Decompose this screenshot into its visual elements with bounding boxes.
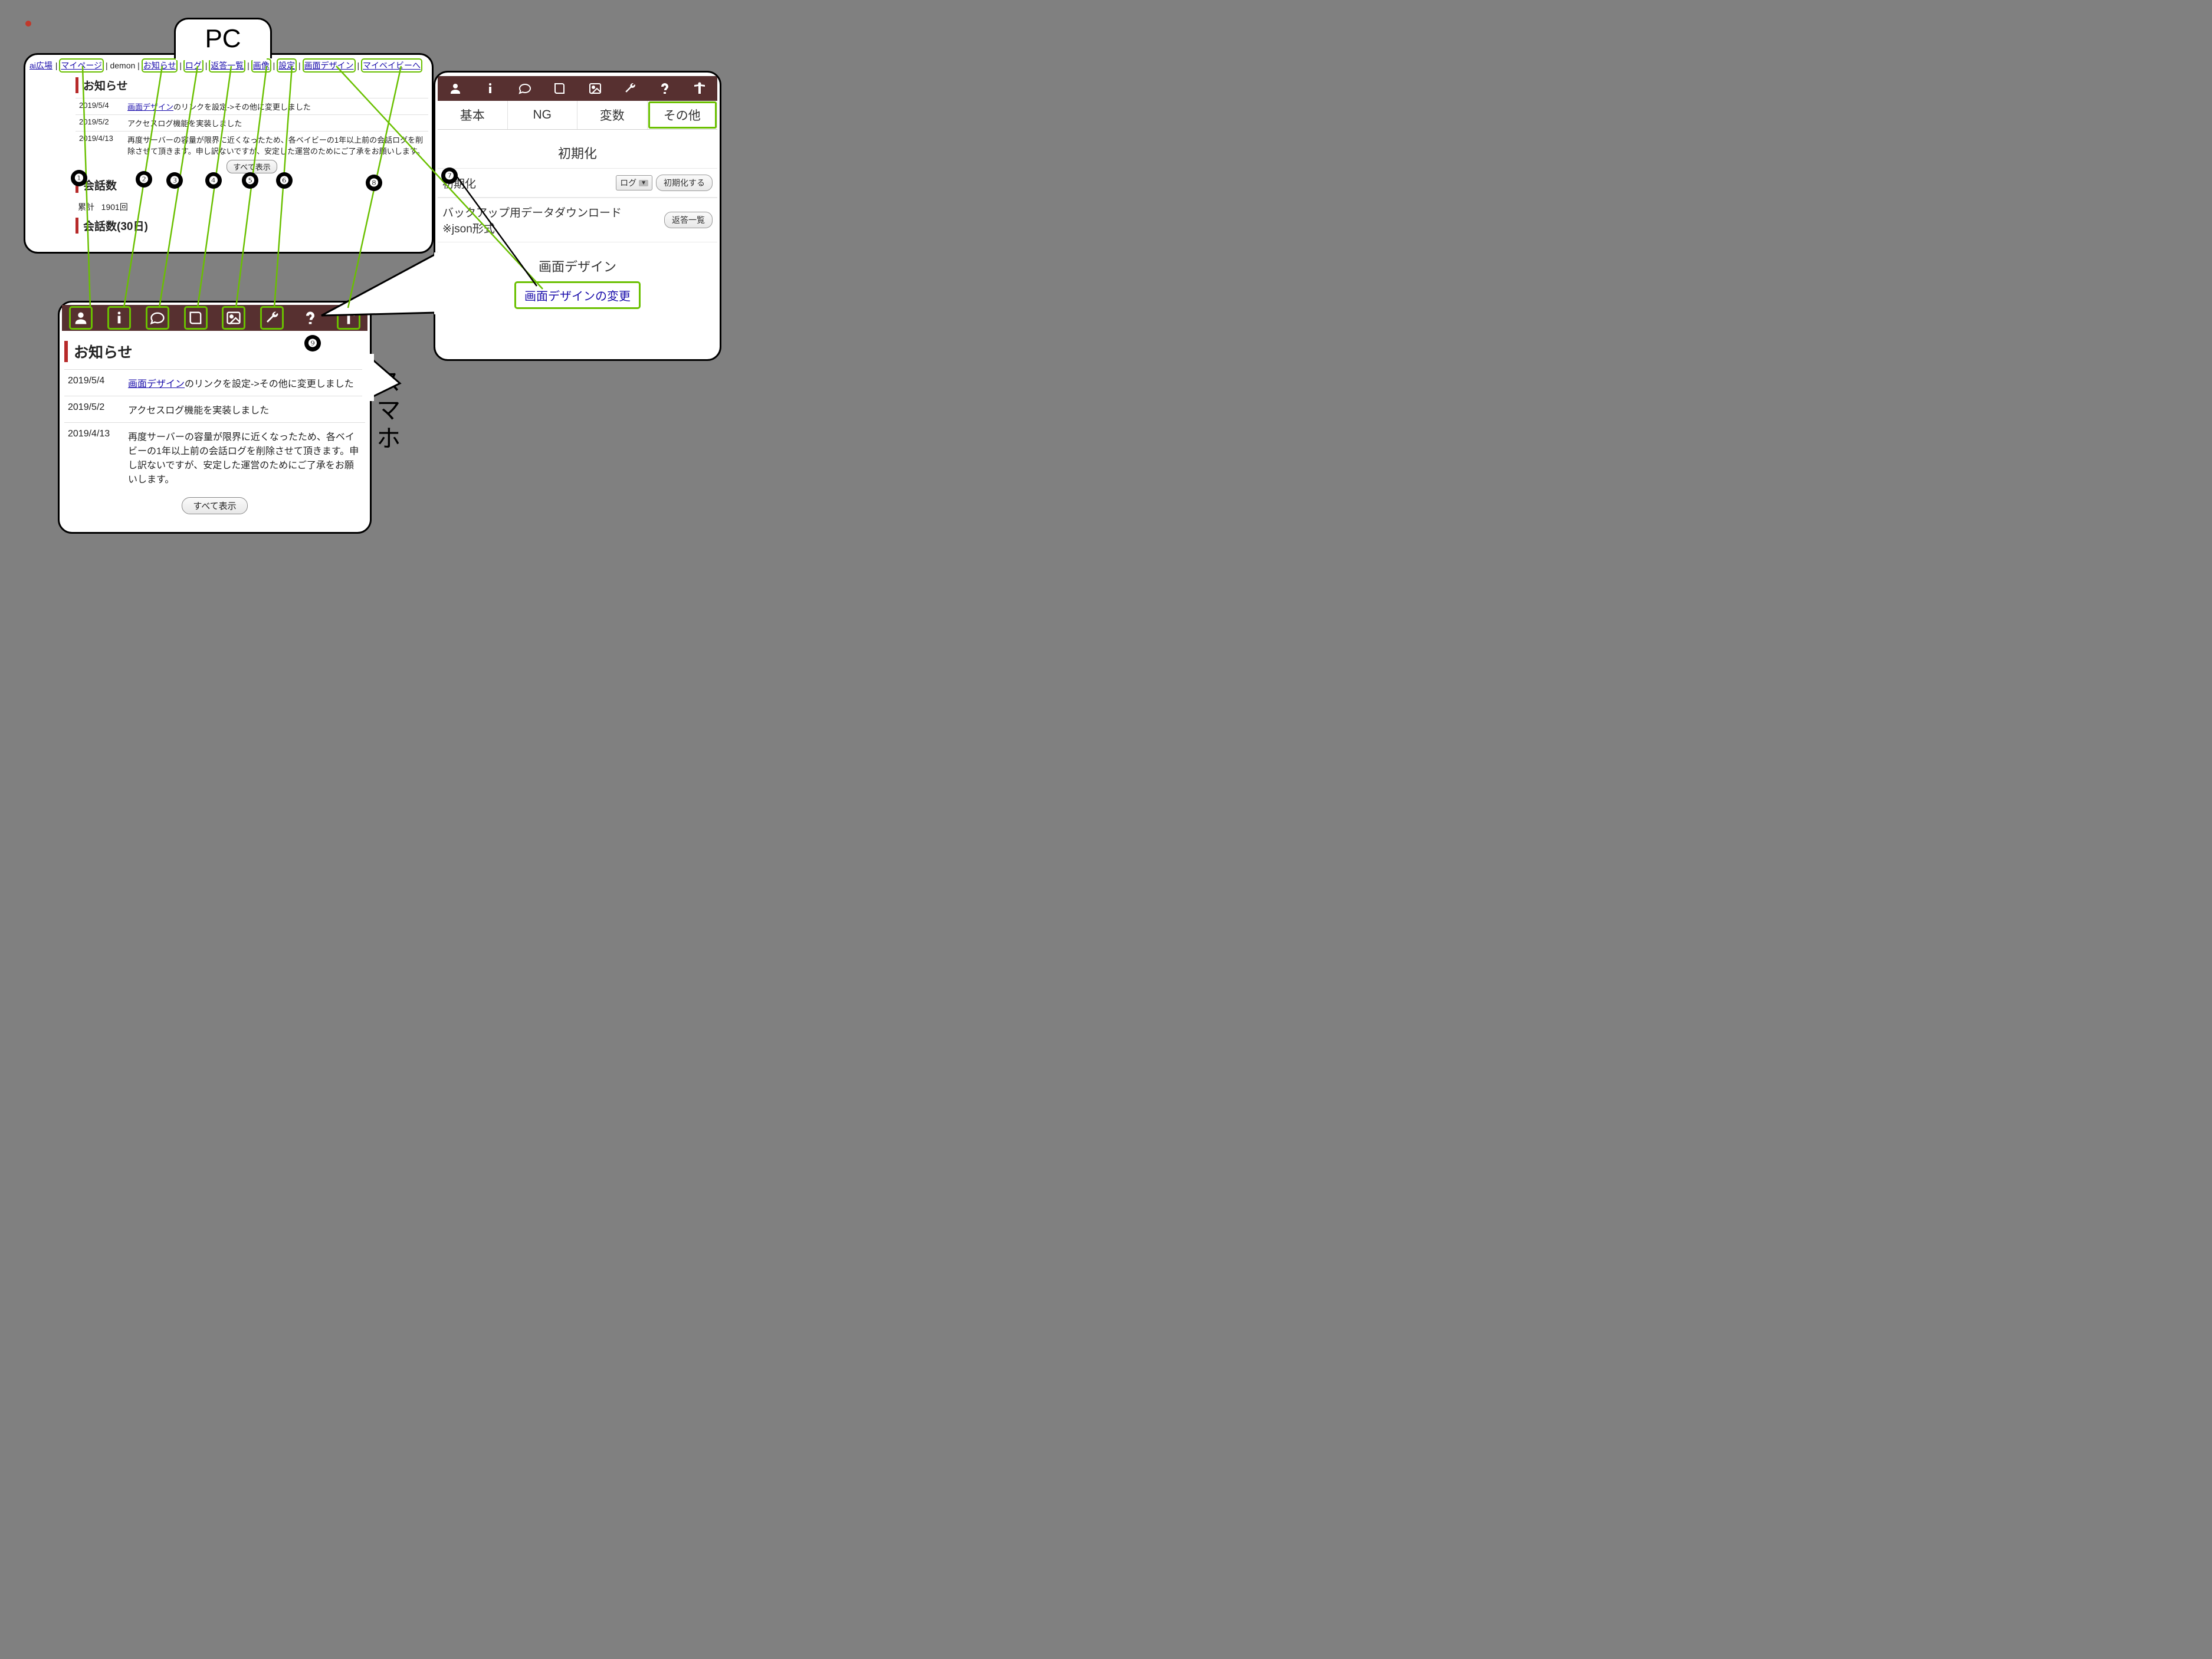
sp-show-all-button[interactable]: すべて表示 [182,497,248,514]
backup-label-2: ※json形式 [442,220,664,236]
nav-user: demon [110,61,135,70]
icon-help[interactable] [648,76,682,101]
backup-label-1: バックアップ用データダウンロード [442,204,664,220]
news-date: 2019/5/2 [76,115,124,132]
nav-news[interactable]: お知らせ [143,60,177,71]
icon-info[interactable] [472,76,507,101]
table-row: 2019/5/4 画面デザインのリンクを設定->その他に変更しました [76,98,428,115]
news-text-after: のリンクを設定->その他に変更しました [185,379,354,389]
nav-home[interactable]: ai広場 [29,60,52,71]
pc-news-heading: お知らせ [76,77,428,93]
init-select[interactable]: ログ ▼ [616,175,652,190]
badge-6: ❻ [276,172,293,189]
table-row: 2019/4/13 再度サーバーの容量が限界に近くなったため、各ベイビーの1年以… [64,423,365,492]
backup-label: バックアップ用データダウンロード ※json形式 [442,204,664,236]
pc-label-cover [176,48,267,60]
sp-icon-user[interactable] [62,305,100,331]
nav-log[interactable]: ログ [185,60,202,71]
sp-toolbar [62,305,367,331]
sp-icon-wrench[interactable] [253,305,291,331]
sp-icon-help[interactable] [291,305,330,331]
nav-design[interactable]: 画面デザイン [304,60,355,71]
sp-content: お知らせ 2019/5/4 画面デザインのリンクを設定->その他に変更しました … [64,335,365,520]
design-heading: 画面デザイン [438,257,717,275]
news-link[interactable]: 画面デザイン [127,103,173,111]
news-text: 画面デザインのリンクを設定->その他に変更しました [124,370,365,396]
news-text: アクセスログ機能を実装しました [124,115,428,132]
init-heading: 初期化 [438,143,717,162]
settings-panel: 基本 NG 変数 その他 初期化 初期化 ログ ▼ 初期化する バックアップ用デ… [434,71,721,361]
badge-7: ❼ [441,167,458,184]
tab-basic[interactable]: 基本 [438,101,508,129]
news-date: 2019/4/13 [76,132,124,159]
badge-2: ❷ [136,171,152,188]
icon-book[interactable] [543,76,577,101]
sp-icon-image[interactable] [215,305,253,331]
chevron-down-icon: ▼ [639,180,648,186]
sp-icon-book[interactable] [176,305,215,331]
tab-ng[interactable]: NG [508,101,578,129]
badge-4: ❹ [205,172,222,189]
backup-row: バックアップ用データダウンロード ※json形式 返答一覧 [438,198,717,242]
sp-icon-person-arms[interactable] [329,305,367,331]
init-row: 初期化 ログ ▼ 初期化する [438,168,717,198]
icon-image[interactable] [577,76,612,101]
badge-5: ❺ [242,172,258,189]
design-change-link[interactable]: 画面デザインの変更 [514,281,641,309]
icon-user[interactable] [438,76,472,101]
nav-mypage[interactable]: マイページ [60,60,103,71]
table-row: 2019/5/2 アクセスログ機能を実装しました [76,115,428,132]
sp-panel: お知らせ 2019/5/4 画面デザインのリンクを設定->その他に変更しました … [58,301,372,534]
nav-mybaby[interactable]: マイベイビーへ [362,60,421,71]
init-select-value: ログ [620,177,636,189]
sp-icon-chat[interactable] [139,305,177,331]
settings-toolbar [438,76,717,101]
settings-body: 初期化 初期化 ログ ▼ 初期化する バックアップ用データダウンロード ※jso… [438,132,717,356]
pc-content: お知らせ 2019/5/4 画面デザインのリンクを設定->その他に変更しました … [76,73,428,238]
nav-replies[interactable]: 返答一覧 [210,60,244,71]
backup-button[interactable]: 返答一覧 [664,212,713,228]
stats-total-value: 1901回 [101,202,128,212]
news-date: 2019/5/4 [76,98,124,115]
news-text: 画面デザインのリンクを設定->その他に変更しました [124,98,428,115]
nav-settings[interactable]: 設定 [278,60,296,71]
badge-3: ❸ [166,172,183,189]
badge-9: ❾ [304,335,321,351]
news-text: 再度サーバーの容量が限界に近くなったため、各ベイビーの1年以上前の会話ログを削除… [124,132,428,159]
pc-panel: ai広場 | マイページ | demon | お知らせ | ログ | 返答一覧 … [24,53,434,254]
badge-8: ❽ [366,175,382,191]
stats-total-label: 累計 [78,202,94,212]
init-label: 初期化 [442,175,616,191]
settings-tabs: 基本 NG 変数 その他 [438,101,717,130]
news-date: 2019/5/2 [64,396,124,423]
badge-1: ❶ [71,170,87,186]
pc-nav: ai広場 | マイページ | demon | お知らせ | ログ | 返答一覧 … [29,60,428,71]
sp-news-table: 2019/5/4 画面デザインのリンクを設定->その他に変更しました 2019/… [64,369,365,491]
stats-heading-30: 会話数(30日) [76,218,428,234]
nav-images[interactable]: 画像 [252,60,270,71]
unknown-red-dot [25,21,31,27]
icon-wrench[interactable] [612,76,647,101]
news-text-after: のリンクを設定->その他に変更しました [173,103,311,111]
news-text: 再度サーバーの容量が限界に近くなったため、各ベイビーの1年以上前の会話ログを削除… [124,423,365,492]
pc-news-table: 2019/5/4 画面デザインのリンクを設定->その他に変更しました 2019/… [76,98,428,159]
table-row: 2019/5/4 画面デザインのリンクを設定->その他に変更しました [64,370,365,396]
table-row: 2019/5/2 アクセスログ機能を実装しました [64,396,365,423]
sp-icon-info[interactable] [100,305,139,331]
news-date: 2019/4/13 [64,423,124,492]
icon-person-arms[interactable] [682,76,717,101]
news-date: 2019/5/4 [64,370,124,396]
init-button[interactable]: 初期化する [656,175,713,191]
icon-chat[interactable] [508,76,543,101]
table-row: 2019/4/13 再度サーバーの容量が限界に近くなったため、各ベイビーの1年以… [76,132,428,159]
news-text: アクセスログ機能を実装しました [124,396,365,423]
sp-label: スマホ [373,369,400,454]
tab-other[interactable]: その他 [648,101,718,129]
show-all-button[interactable]: すべて表示 [227,160,277,173]
news-link[interactable]: 画面デザイン [128,379,185,389]
tab-vars[interactable]: 変数 [577,101,648,129]
